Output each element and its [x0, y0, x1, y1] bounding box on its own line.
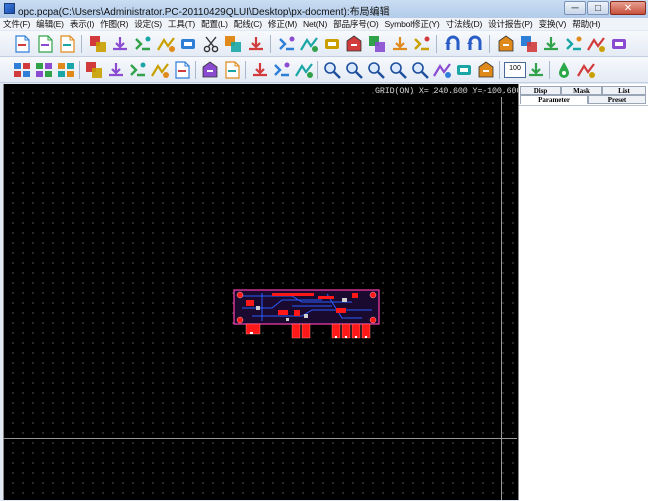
menu-item-13[interactable]: 设计报告(P) [485, 18, 535, 30]
menu-item-1[interactable]: 编辑(E) [33, 18, 67, 30]
layer-grid-icon[interactable] [12, 60, 32, 80]
layers-icon[interactable] [294, 60, 314, 80]
move-part-icon[interactable] [246, 34, 266, 54]
replace-icon[interactable] [609, 34, 629, 54]
route-manual-icon[interactable] [476, 60, 496, 80]
toolbar-separator [245, 61, 246, 79]
align-icon[interactable] [344, 34, 364, 54]
window-title: opc.pcpa(C:\Users\Administrator.PC-20110… [18, 7, 390, 18]
toolbar-separator [80, 35, 82, 53]
tab-preset[interactable]: Preset [588, 95, 646, 104]
pin-icon[interactable] [390, 34, 410, 54]
tab-mask[interactable]: Mask [561, 86, 602, 95]
toolbar-separator [549, 61, 550, 79]
menu-item-7[interactable]: 配线(C) [231, 18, 265, 30]
net-list-icon[interactable] [106, 60, 126, 80]
zoom-in-icon[interactable] [410, 60, 430, 80]
tab-disp[interactable]: Disp [520, 86, 561, 95]
swap-icon[interactable] [367, 34, 387, 54]
menu-item-4[interactable]: 设定(S) [131, 18, 165, 30]
doc-view-icon[interactable] [222, 60, 242, 80]
toolbar-separator [499, 61, 500, 79]
route-net-icon[interactable] [88, 34, 108, 54]
fit-width-icon[interactable] [526, 60, 546, 80]
crosshair-horizontal [3, 438, 517, 439]
fill-icon[interactable] [299, 34, 319, 54]
title-bar: opc.pcpa(C:\Users\Administrator.PC-20110… [0, 0, 648, 18]
text-icon[interactable] [272, 60, 292, 80]
coordinate-readout: GRID(ON) X= 240.600 Y=-100.600 [375, 86, 522, 96]
tab-parameter[interactable]: Parameter [520, 95, 588, 104]
link-icon[interactable] [223, 34, 243, 54]
zoom-out-icon[interactable] [388, 60, 408, 80]
part-report-icon[interactable] [172, 60, 192, 80]
zoom-100-label: 100 [509, 65, 521, 72]
redo-icon[interactable] [465, 34, 485, 54]
zoom-fit-icon[interactable] [322, 60, 342, 80]
menu-item-2[interactable]: 表示(I) [67, 18, 97, 30]
drop-icon[interactable] [554, 60, 574, 80]
menu-item-6[interactable]: 配置(L) [198, 18, 231, 30]
side-panel: Disp Mask List Parameter Preset [518, 84, 648, 501]
save-file-icon[interactable] [57, 34, 77, 54]
pen-icon[interactable] [432, 60, 452, 80]
ungroup-icon[interactable] [586, 34, 606, 54]
toolbar-separator [269, 35, 271, 53]
board-outline-icon[interactable] [200, 60, 220, 80]
app-icon [4, 3, 15, 14]
toolbar-separator [317, 61, 318, 79]
main-toolbar [0, 31, 648, 57]
group-icon[interactable] [564, 34, 584, 54]
menu-item-11[interactable]: Symbol修正(Y) [382, 18, 443, 30]
menu-item-0[interactable]: 文件(F) [0, 18, 33, 30]
crosshair-vertical [501, 97, 502, 500]
zoom-scale-icon[interactable] [366, 60, 386, 80]
window-controls: ─ □ ✕ [564, 1, 646, 15]
cut-icon[interactable] [201, 34, 221, 54]
menu-item-9[interactable]: Net(N) [300, 19, 330, 29]
zoom-100-icon[interactable]: 100 [504, 60, 526, 80]
part-edit-icon[interactable] [150, 60, 170, 80]
measure-icon[interactable] [84, 60, 104, 80]
menu-bar: 文件(F) 编辑(E) 表示(I) 作图(R) 设定(S) 工具(T) 配置(L) 配线(C)… [0, 18, 648, 30]
toolbar-separator [435, 35, 437, 53]
toolbar-separator [195, 61, 196, 79]
panel-content [519, 105, 648, 501]
zoom-window-icon[interactable] [344, 60, 364, 80]
cursor-icon[interactable] [576, 60, 596, 80]
copy-part-icon[interactable] [496, 34, 516, 54]
add-trace-icon[interactable] [110, 34, 130, 54]
view-toolbar: 100 [0, 57, 648, 83]
menu-item-5[interactable]: 工具(T) [165, 18, 198, 30]
toolbar-separator [79, 61, 80, 79]
arc-icon[interactable] [133, 34, 153, 54]
pcb-board[interactable] [232, 288, 382, 343]
drc-check-icon[interactable] [250, 60, 270, 80]
bend-icon[interactable] [156, 34, 176, 54]
miter-icon[interactable] [178, 34, 198, 54]
undo-icon[interactable] [443, 34, 463, 54]
tile-view-icon[interactable] [34, 60, 54, 80]
help-query-icon[interactable] [128, 60, 148, 80]
close-button[interactable]: ✕ [610, 1, 646, 15]
open-file-icon[interactable] [35, 34, 55, 54]
stretch-icon[interactable] [277, 34, 297, 54]
new-file-icon[interactable] [12, 34, 32, 54]
delete-part-icon[interactable] [519, 34, 539, 54]
menu-item-15[interactable]: 帮助(H) [569, 18, 603, 30]
window-grid-icon[interactable] [56, 60, 76, 80]
toolbar-separator [489, 35, 490, 53]
menu-item-14[interactable]: 变换(V) [536, 18, 570, 30]
menu-item-3[interactable]: 作图(R) [97, 18, 131, 30]
menu-item-10[interactable]: 部品序号(O) [330, 18, 381, 30]
route-auto-icon[interactable] [454, 60, 474, 80]
flip-icon[interactable] [322, 34, 342, 54]
menu-item-8[interactable]: 修正(M) [265, 18, 300, 30]
wire-icon[interactable] [412, 34, 432, 54]
minimize-button[interactable]: ─ [564, 1, 586, 15]
tab-list[interactable]: List [602, 86, 646, 95]
menu-item-12[interactable]: 寸法线(D) [443, 18, 486, 30]
place-part-icon[interactable] [541, 34, 561, 54]
maximize-button[interactable]: □ [587, 1, 609, 15]
